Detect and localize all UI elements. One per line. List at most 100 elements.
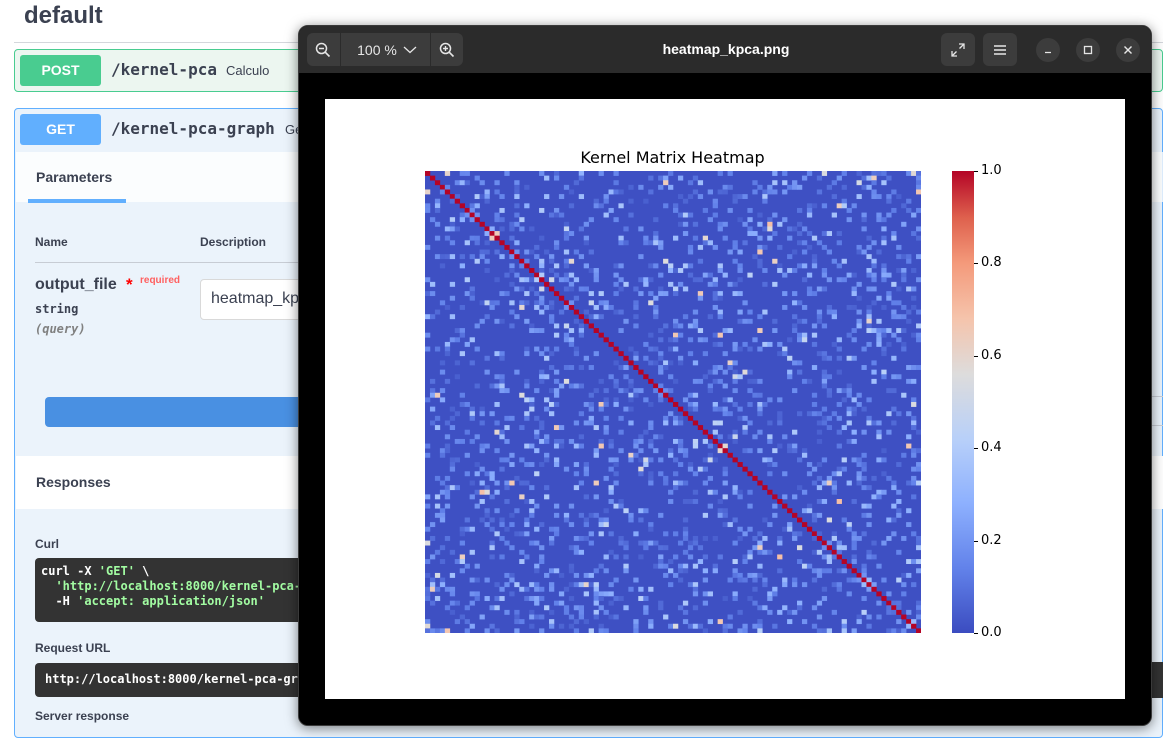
heatmap-cell	[553, 272, 560, 278]
heatmap-cell	[742, 531, 748, 537]
heatmap-cell	[886, 535, 892, 541]
heatmap-cell	[653, 235, 659, 241]
heatmap-cell	[682, 448, 689, 454]
heatmap-cell	[891, 332, 897, 338]
heatmap-cell	[568, 438, 575, 444]
heatmap-cell	[568, 304, 575, 310]
heatmap-cell	[573, 572, 580, 578]
heatmap-cell	[682, 499, 689, 504]
heatmap-cell	[712, 212, 718, 218]
heatmap-cell	[856, 457, 862, 463]
heatmap-cell	[717, 189, 723, 195]
heatmap-cell	[737, 318, 743, 324]
heatmap-cell	[434, 425, 441, 431]
heatmap-cell	[821, 231, 828, 236]
image-canvas[interactable]: Kernel Matrix Heatmap 0.0 0.2 0.4 0.6 0.8 1.0	[299, 73, 1151, 725]
heatmap-cell	[806, 526, 813, 532]
heatmap-cell	[425, 628, 431, 633]
section-title[interactable]: default	[24, 2, 103, 30]
heatmap-cell	[831, 411, 837, 417]
zoom-level-dropdown[interactable]: 100 %	[347, 33, 427, 66]
heatmap-cell	[722, 184, 728, 190]
heatmap-cell	[643, 540, 649, 546]
heatmap-cell	[489, 300, 495, 306]
heatmap-cell	[648, 457, 654, 463]
heatmap-cell	[613, 378, 619, 384]
heatmap-cell	[608, 457, 614, 463]
heatmap-cell	[876, 591, 882, 597]
heatmap-cell	[663, 415, 669, 421]
method-badge-get[interactable]: GET	[20, 114, 101, 145]
heatmap-cell	[732, 244, 738, 250]
heatmap-cell	[851, 291, 857, 297]
zoom-out-button[interactable]	[307, 33, 339, 66]
heatmap-cell	[767, 420, 773, 426]
heatmap-cell	[529, 499, 535, 504]
heatmap-cell	[722, 351, 728, 357]
heatmap-cell	[777, 420, 783, 426]
fullscreen-button[interactable]	[941, 33, 975, 66]
heatmap-cell	[494, 420, 500, 426]
heatmap-cell	[578, 194, 585, 200]
request-url: http://localhost:8000/kernel-pca-gr	[45, 672, 298, 686]
heatmap-cell	[618, 203, 624, 209]
heatmap-cell	[658, 559, 664, 564]
heatmap-cell	[549, 258, 555, 264]
curl-codeblock[interactable]: curl -X 'GET' \ 'http://localhost:8000/k…	[35, 558, 315, 622]
heatmap-cell	[529, 406, 535, 412]
heatmap-cell	[425, 332, 431, 338]
heatmap-cell	[767, 221, 773, 227]
main-menu-button[interactable]	[983, 33, 1017, 66]
heatmap-cell	[553, 392, 560, 398]
heatmap-cell	[578, 314, 585, 320]
heatmap-cell	[489, 235, 495, 241]
request-url-box[interactable]: http://localhost:8000/kernel-pca-gr	[35, 663, 315, 697]
heatmap-cell	[881, 226, 887, 232]
heatmap-cell	[563, 184, 570, 190]
heatmap-cell	[464, 605, 470, 611]
heatmap-cell	[777, 351, 783, 357]
heatmap-cell	[578, 328, 585, 333]
heatmap-cell	[742, 429, 748, 435]
heatmap-cell	[881, 235, 887, 241]
heatmap-cell	[459, 526, 465, 532]
heatmap-cell	[876, 494, 882, 500]
heatmap-cell	[454, 619, 461, 625]
heatmap-cell	[797, 411, 803, 417]
heatmap-cell	[866, 623, 872, 629]
zoom-in-button[interactable]	[431, 33, 463, 66]
heatmap-cell	[668, 489, 674, 495]
heatmap-cell	[429, 628, 436, 633]
heatmap-cell	[851, 203, 857, 209]
heatmap-cell	[519, 304, 525, 310]
heatmap-cell	[896, 489, 902, 495]
heatmap-cell	[677, 268, 684, 273]
heatmap-cell	[797, 531, 803, 537]
heatmap-cell	[643, 240, 649, 246]
heatmap-cell	[434, 503, 441, 509]
minimize-icon	[1045, 51, 1051, 54]
heatmap-cell	[757, 258, 763, 264]
heatmap-cell	[613, 503, 619, 509]
heatmap-cell	[534, 434, 540, 440]
heatmap-cell	[499, 194, 505, 200]
heatmap-cell	[444, 189, 451, 195]
heatmap-cell	[668, 346, 674, 352]
heatmap-cell	[429, 314, 436, 320]
maximize-button[interactable]	[1076, 38, 1100, 62]
heatmap-cell	[772, 318, 778, 324]
heatmap-cell	[519, 531, 525, 537]
heatmap-cell	[916, 277, 921, 283]
heatmap-cell	[529, 582, 535, 588]
heatmap-cell	[638, 438, 644, 444]
heatmap-cell	[707, 434, 713, 440]
tab-parameters[interactable]: Parameters	[36, 169, 112, 185]
endpoint-path[interactable]: /kernel-pca-graph	[111, 119, 275, 138]
close-button[interactable]	[1116, 38, 1140, 62]
minimize-button[interactable]	[1036, 38, 1060, 62]
heatmap-cell	[509, 263, 515, 269]
heatmap-cell	[752, 572, 758, 578]
heatmap-cell	[901, 591, 907, 597]
heatmap-cell	[792, 360, 798, 366]
heatmap-cell	[707, 452, 713, 458]
